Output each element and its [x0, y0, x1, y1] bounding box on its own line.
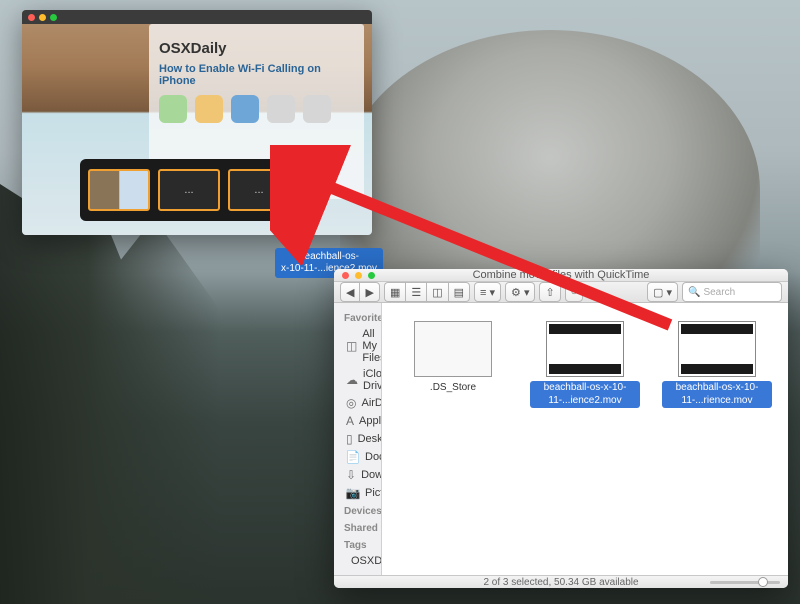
finder-content[interactable]: .DS_Store beachball-os-x-10-11-...ience2…: [382, 303, 788, 575]
action-button[interactable]: ⚙ ▾: [505, 282, 535, 302]
tags-button[interactable]: ○: [565, 282, 584, 302]
status-text: 2 of 3 selected, 50.34 GB available: [483, 577, 638, 588]
close-icon[interactable]: [342, 272, 349, 279]
file-name: beachball-os-x-10-11-...rience.mov: [662, 381, 772, 408]
documents-icon: 📄: [346, 450, 360, 464]
dropbox-button[interactable]: ▢ ▾: [647, 282, 678, 302]
clip-placeholder-1[interactable]: ...: [158, 169, 220, 211]
view-coverflow-button[interactable]: ▤: [448, 282, 470, 302]
minimize-icon[interactable]: [355, 272, 362, 279]
all-files-icon: ◫: [346, 339, 357, 353]
finder-title: Combine movie files with QuickTime: [473, 269, 650, 281]
quicktime-window[interactable]: OSXDaily How to Enable Wi-Fi Calling on …: [22, 10, 372, 235]
view-list-button[interactable]: ☰: [405, 282, 426, 302]
finder-window[interactable]: Combine movie files with QuickTime ◀ ▶ ▦…: [334, 269, 788, 588]
clip-thumb-1[interactable]: [88, 169, 150, 211]
downloads-icon: ⇩: [346, 468, 356, 482]
sidebar-heading-shared: Shared: [334, 519, 381, 536]
back-button[interactable]: ◀: [340, 282, 359, 302]
arrange-button[interactable]: ≡ ▾: [474, 282, 501, 302]
sidebar-heading-favorites: Favorites: [334, 309, 381, 326]
sidebar-item-all-my-files[interactable]: ◫All My Files: [334, 326, 381, 366]
sidebar-item-pictures[interactable]: 📷Pictures: [334, 484, 381, 502]
forward-button[interactable]: ▶: [359, 282, 379, 302]
drag-tip-line1: beachball-os-: [299, 251, 359, 262]
overlay-app-grid: [159, 95, 354, 123]
finder-titlebar[interactable]: Combine movie files with QuickTime: [334, 269, 788, 282]
view-icons-button[interactable]: ▦: [384, 282, 405, 302]
zoom-icon[interactable]: [50, 14, 57, 21]
sidebar-heading-tags: Tags: [334, 536, 381, 553]
quicktime-titlebar: [22, 10, 372, 24]
nav-buttons: ◀ ▶: [340, 282, 380, 302]
quicktime-clip-strip[interactable]: ... ...: [80, 159, 300, 221]
search-field[interactable]: 🔍 Search: [682, 282, 782, 302]
icloud-icon: ☁: [346, 373, 358, 387]
finder-sidebar: Favorites ◫All My Files ☁iCloud Drive ◎A…: [334, 303, 382, 575]
overlay-headline: How to Enable Wi-Fi Calling on iPhone: [159, 63, 354, 87]
sidebar-item-airdrop[interactable]: ◎AirDrop: [334, 394, 381, 412]
finder-status-bar: 2 of 3 selected, 50.34 GB available: [334, 575, 788, 588]
minimize-icon[interactable]: [39, 14, 46, 21]
search-icon: 🔍: [688, 287, 700, 298]
share-button[interactable]: ⇧: [539, 282, 560, 302]
sidebar-tag-osxdaily[interactable]: OSXDaily.com: [334, 553, 381, 569]
sidebar-item-downloads[interactable]: ⇩Downloads: [334, 466, 381, 484]
clip-placeholder-2[interactable]: ...: [228, 169, 290, 211]
sidebar-item-applications[interactable]: AApplications: [334, 412, 381, 430]
sidebar-item-documents[interactable]: 📄Documents: [334, 448, 381, 466]
sidebar-heading-devices: Devices: [334, 502, 381, 519]
finder-toolbar: ◀ ▶ ▦ ☰ ◫ ▤ ≡ ▾ ⚙ ▾ ⇧ ○ ▢ ▾ 🔍 Search: [334, 282, 788, 303]
zoom-icon[interactable]: [368, 272, 375, 279]
pictures-icon: 📷: [346, 486, 360, 500]
file-name: .DS_Store: [427, 381, 479, 396]
file-thumb-video: [678, 321, 756, 377]
overlay-logo: OSXDaily: [159, 40, 354, 57]
sidebar-item-desktop[interactable]: ▯Desktop: [334, 430, 381, 448]
applications-icon: A: [346, 414, 354, 428]
airdrop-icon: ◎: [346, 396, 356, 410]
search-placeholder: Search: [703, 287, 735, 298]
file-beachball-2[interactable]: beachball-os-x-10-11-...rience.mov: [662, 321, 772, 408]
view-columns-button[interactable]: ◫: [426, 282, 447, 302]
file-name: beachball-os-x-10-11-...ience2.mov: [530, 381, 640, 408]
file-thumb-doc: [414, 321, 492, 377]
file-thumb-video: [546, 321, 624, 377]
desktop-icon: ▯: [346, 432, 353, 446]
view-buttons: ▦ ☰ ◫ ▤: [384, 282, 470, 302]
sidebar-item-icloud-drive[interactable]: ☁iCloud Drive: [334, 366, 381, 394]
close-icon[interactable]: [28, 14, 35, 21]
icon-size-slider[interactable]: [710, 581, 780, 584]
file-ds-store[interactable]: .DS_Store: [398, 321, 508, 396]
file-beachball-1[interactable]: beachball-os-x-10-11-...ience2.mov: [530, 321, 640, 408]
